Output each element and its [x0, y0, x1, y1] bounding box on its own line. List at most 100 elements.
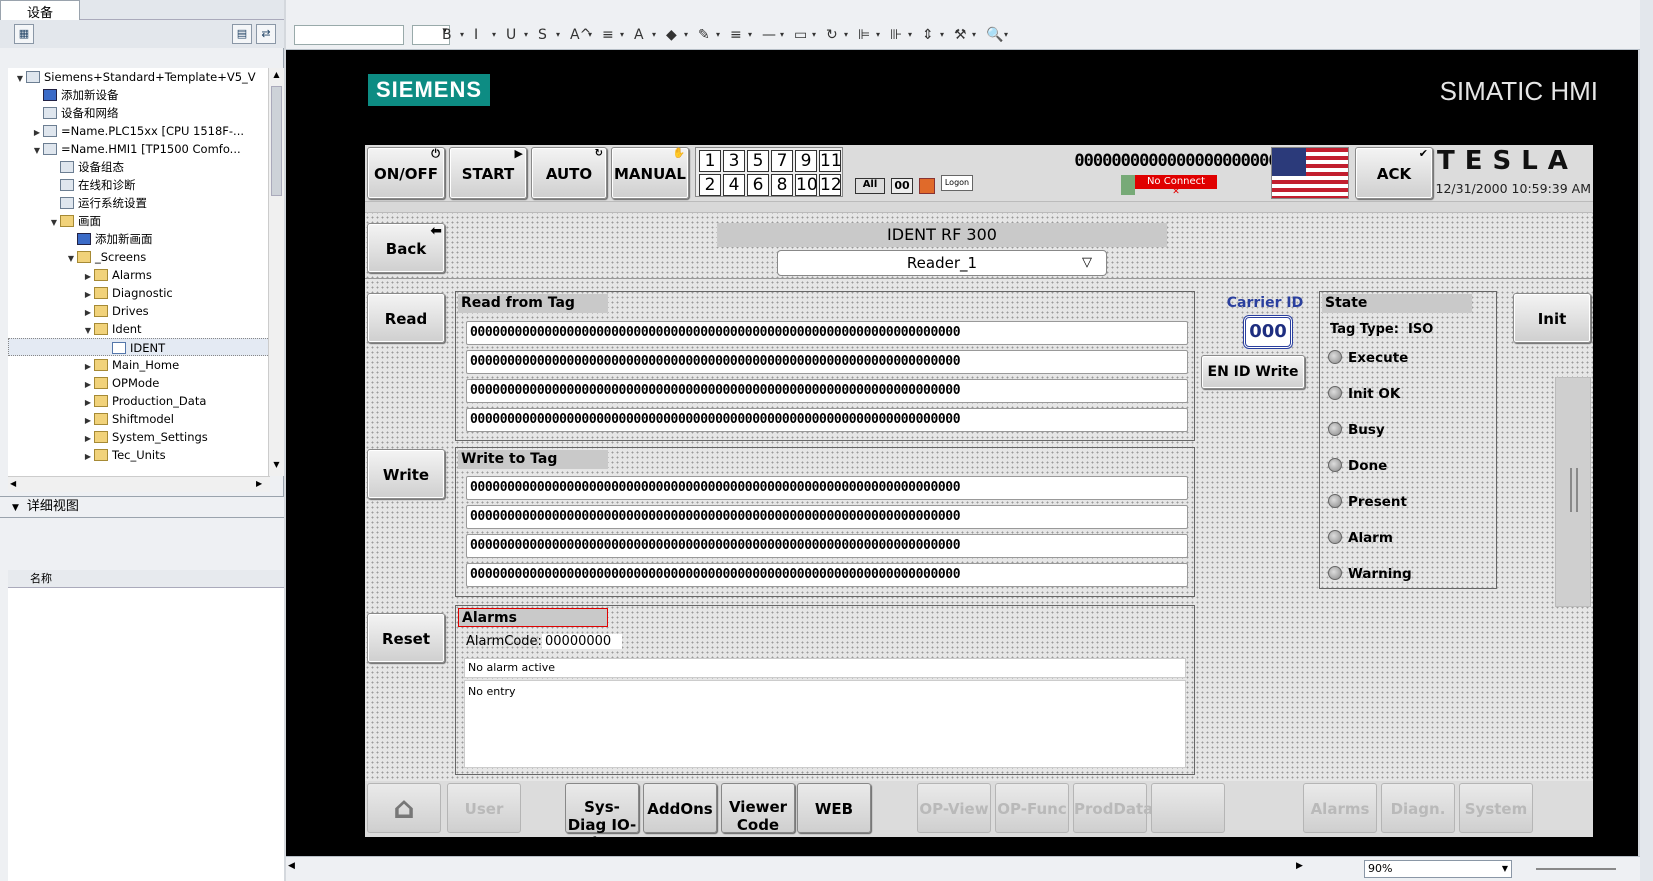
number-button[interactable]: 11 [819, 150, 842, 172]
nav-button[interactable]: Alarms [1303, 783, 1377, 833]
nav-button[interactable]: OP-Func [995, 783, 1069, 833]
tree-item[interactable]: 设备和网络 [8, 104, 270, 122]
back-button[interactable]: Back ⬅ [367, 223, 445, 273]
dropdown-arrow-icon[interactable]: ▾ [684, 25, 688, 45]
tree-item[interactable]: ▶ Diagnostic [8, 284, 270, 302]
tree-item[interactable]: ▼ =Name.HMI1 [TP1500 Comfo... [8, 140, 270, 158]
nav-button[interactable]: User [447, 783, 521, 833]
logon-button[interactable]: Logon [941, 175, 973, 191]
read-button[interactable]: Read [367, 293, 445, 343]
dropdown-arrow-icon[interactable]: ▾ [876, 25, 880, 45]
dropdown-arrow-icon[interactable]: ▾ [780, 25, 784, 45]
same-size-icon[interactable]: ⇕ [922, 25, 934, 45]
number-button[interactable]: 4 [723, 174, 745, 196]
on-off-button[interactable]: ON/OFF ⏻ [367, 147, 445, 199]
dropdown-arrow-icon[interactable]: ▾ [652, 25, 656, 45]
number-button[interactable]: 9 [795, 150, 817, 172]
italic-icon[interactable]: I [474, 25, 478, 45]
scroll-down-icon[interactable]: ▼ [271, 460, 282, 470]
scroll-thumb[interactable] [271, 86, 282, 196]
font-color-icon[interactable]: A [634, 25, 644, 45]
en-id-write-button[interactable]: EN ID Write [1201, 355, 1305, 389]
tree-vertical-scrollbar[interactable]: ▲ ▼ [268, 68, 284, 476]
write-button[interactable]: Write [367, 449, 445, 499]
ack-button[interactable]: ACK ✔ [1355, 147, 1433, 199]
rotate-icon[interactable]: ↻ [826, 25, 838, 45]
tree-item[interactable]: 设备组态 [8, 158, 270, 176]
dropdown-arrow-icon[interactable]: ▾ [588, 25, 592, 45]
tree-item[interactable]: ▼ 画面 [8, 212, 270, 230]
scroll-right-icon[interactable]: ▶ [1296, 861, 1303, 871]
alarm-list[interactable]: No entry [464, 680, 1186, 768]
dropdown-arrow-icon[interactable]: ▾ [716, 25, 720, 45]
dropdown-arrow-icon[interactable]: ▾ [556, 25, 560, 45]
nav-button[interactable]: AddOns [643, 783, 717, 833]
number-button[interactable]: 10 [795, 174, 818, 196]
nav-button[interactable]: WEB [797, 783, 871, 833]
collapse-icon[interactable]: ▼ [12, 503, 19, 513]
reader-select[interactable]: Reader_1 ▽ [777, 250, 1107, 276]
reset-button[interactable]: Reset [367, 613, 445, 663]
underline-icon[interactable]: U [506, 25, 516, 45]
zoom-icon[interactable]: 🔍 [986, 25, 1003, 45]
align-objects-icon[interactable]: ⊫ [858, 25, 870, 45]
number-button[interactable]: 1 [699, 150, 721, 172]
tree-item[interactable]: ▶ =Name.PLC15xx [CPU 1518F-... [8, 122, 270, 140]
align-icon[interactable]: ≡ [602, 25, 614, 45]
tree-item[interactable]: 添加新设备 [8, 86, 270, 104]
dropdown-arrow-icon[interactable]: ▾ [1004, 25, 1008, 45]
dropdown-arrow-icon[interactable]: ▾ [812, 25, 816, 45]
fill-color-icon[interactable]: ◆ [666, 25, 677, 45]
number-button[interactable]: 12 [819, 174, 842, 196]
nav-button[interactable]: ProdData [1073, 783, 1153, 833]
tree-item[interactable]: ▶ Drives [8, 302, 270, 320]
dropdown-arrow-icon[interactable]: ▾ [620, 25, 624, 45]
write-field-1[interactable]: 0000000000000000000000000000000000000000… [466, 476, 1188, 500]
nav-button[interactable]: Viewer Code [721, 783, 795, 834]
number-button[interactable]: 5 [747, 150, 769, 172]
nav-button[interactable]: Diagn. [1381, 783, 1455, 833]
number-button[interactable]: 8 [771, 174, 793, 196]
font-name-input[interactable] [294, 25, 404, 45]
name-column-header[interactable]: 名称 [8, 570, 284, 588]
scroll-left-icon[interactable]: ◀ [288, 861, 295, 871]
zoom-select[interactable]: 90% ▼ [1364, 860, 1512, 878]
distribute-icon[interactable]: ⊪ [890, 25, 902, 45]
tree-item[interactable]: 运行系统设置 [8, 194, 270, 212]
tree-item[interactable]: ▶ Shiftmodel [8, 410, 270, 428]
line-color-icon[interactable]: ✎ [698, 25, 710, 45]
side-slider[interactable] [1555, 377, 1591, 607]
home-button[interactable]: ⌂ [367, 783, 441, 833]
tree-item[interactable]: ▶ Main_Home [8, 356, 270, 374]
dropdown-arrow-icon[interactable]: ▾ [748, 25, 752, 45]
tree-item[interactable]: ▼ _Screens [8, 248, 270, 266]
start-button[interactable]: START ▶ [449, 147, 527, 199]
number-button[interactable]: 7 [771, 150, 793, 172]
init-button[interactable]: Init [1513, 293, 1591, 343]
line-style-icon[interactable]: ≡ [730, 25, 742, 45]
all-indicator[interactable]: All [855, 178, 885, 194]
list-view-icon[interactable]: ▤ [232, 24, 252, 44]
scroll-right-icon[interactable]: ▶ [256, 479, 262, 488]
dropdown-arrow-icon[interactable]: ▾ [524, 25, 528, 45]
write-field-4[interactable]: 0000000000000000000000000000000000000000… [466, 563, 1188, 587]
tree-item[interactable]: IDENT [8, 338, 270, 356]
format-painter-icon[interactable]: ⚒ [954, 25, 967, 45]
auto-button[interactable]: AUTO ↻ [531, 147, 607, 199]
nav-button[interactable]: Sys-Diag IO-view [565, 783, 639, 852]
tree-item[interactable]: 在线和诊断 [8, 176, 270, 194]
expand-closed-icon[interactable]: ▶ [82, 448, 94, 466]
tree-item[interactable]: ▶ Tec_Units [8, 446, 270, 464]
tree-view-icon[interactable]: ▦ [14, 24, 34, 44]
sync-icon[interactable]: ⇄ [256, 24, 276, 44]
scroll-left-icon[interactable]: ◀ [10, 479, 16, 488]
manual-button[interactable]: MANUAL ✋ [611, 147, 689, 199]
number-button[interactable]: 3 [723, 150, 745, 172]
write-field-2[interactable]: 0000000000000000000000000000000000000000… [466, 505, 1188, 529]
scroll-up-icon[interactable]: ▲ [271, 70, 282, 80]
arrange-icon[interactable]: ▭ [794, 25, 807, 45]
number-button[interactable]: 6 [747, 174, 769, 196]
dropdown-arrow-icon[interactable]: ▾ [492, 25, 496, 45]
tree-item[interactable]: ▶ Alarms [8, 266, 270, 284]
dropdown-arrow-icon[interactable]: ▾ [460, 25, 464, 45]
